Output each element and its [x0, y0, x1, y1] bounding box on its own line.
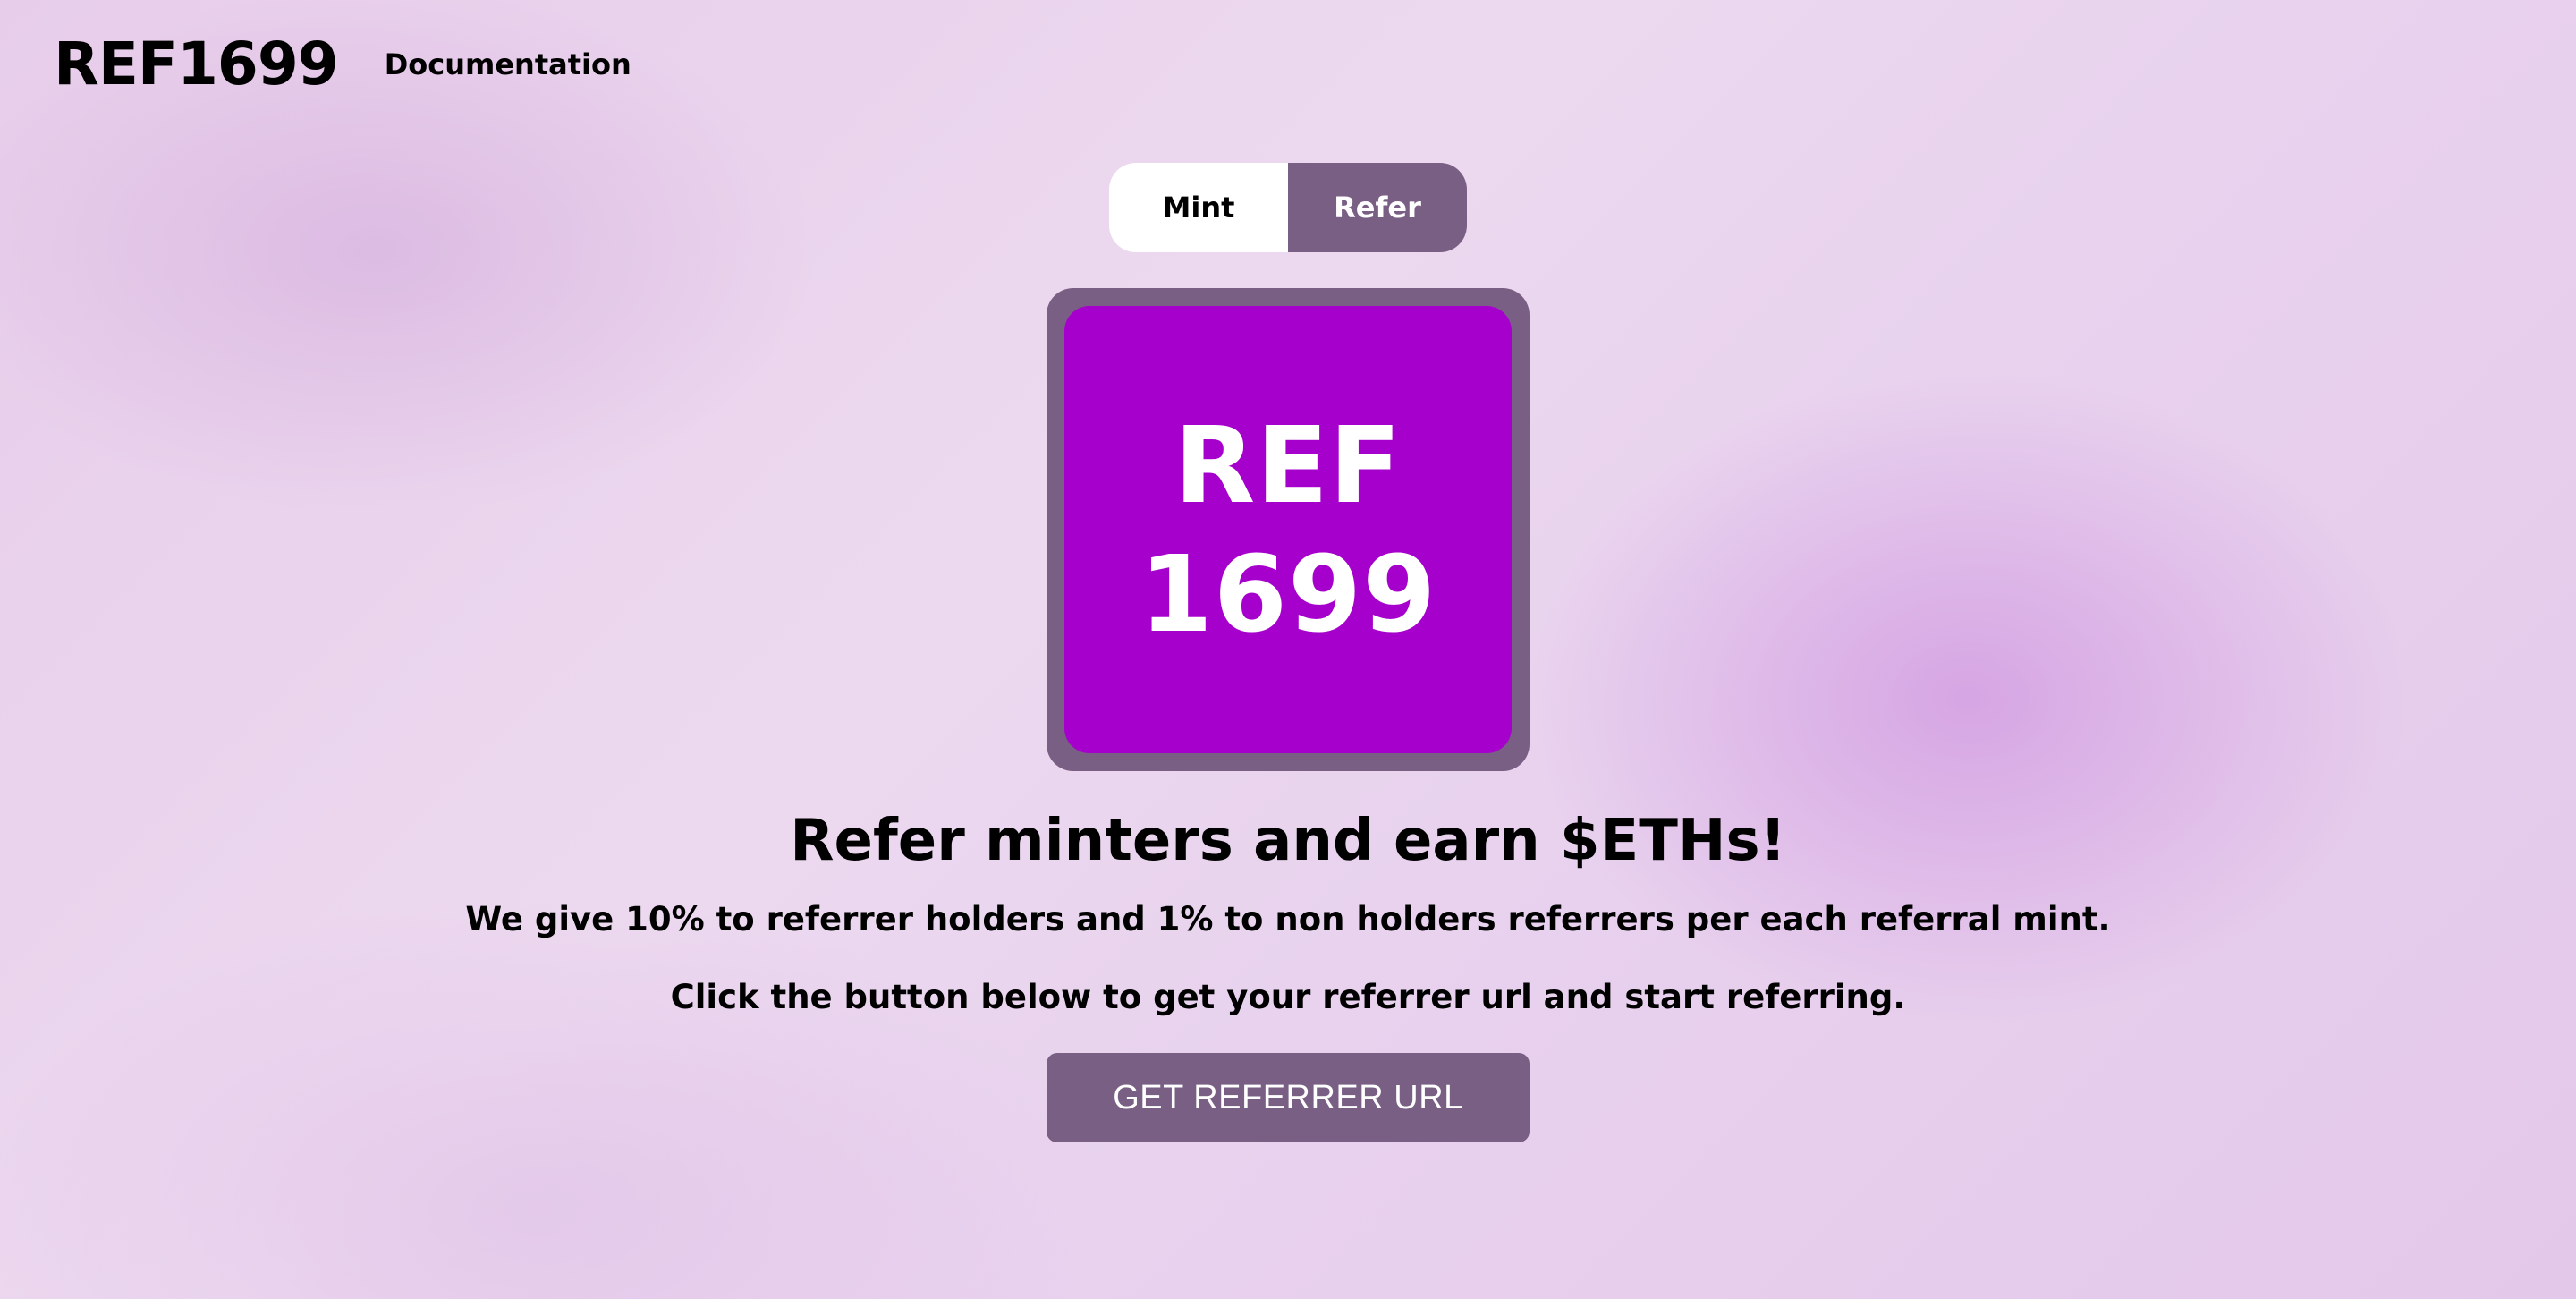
top-header: REF1699 Documentation [54, 29, 631, 100]
artwork-frame: REF 1699 [1046, 288, 1530, 771]
artwork-tile: REF 1699 [1064, 306, 1512, 753]
referral-instruction: Click the button below to get your refer… [670, 978, 1906, 1016]
nav-link-documentation[interactable]: Documentation [385, 29, 631, 100]
tab-mint[interactable]: Mint [1109, 163, 1288, 252]
site-logo[interactable]: REF1699 [54, 29, 339, 100]
get-referrer-url-button[interactable]: GET REFERRER URL [1046, 1053, 1530, 1142]
page-headline: Refer minters and earn $ETHs! [790, 808, 1786, 874]
artwork-text-number: 1699 [1139, 532, 1437, 656]
referral-description: We give 10% to referrer holders and 1% t… [465, 900, 2111, 938]
mint-refer-toggle: Mint Refer [1109, 163, 1467, 252]
tab-refer[interactable]: Refer [1288, 163, 1467, 252]
artwork-text-ref: REF [1174, 403, 1402, 527]
